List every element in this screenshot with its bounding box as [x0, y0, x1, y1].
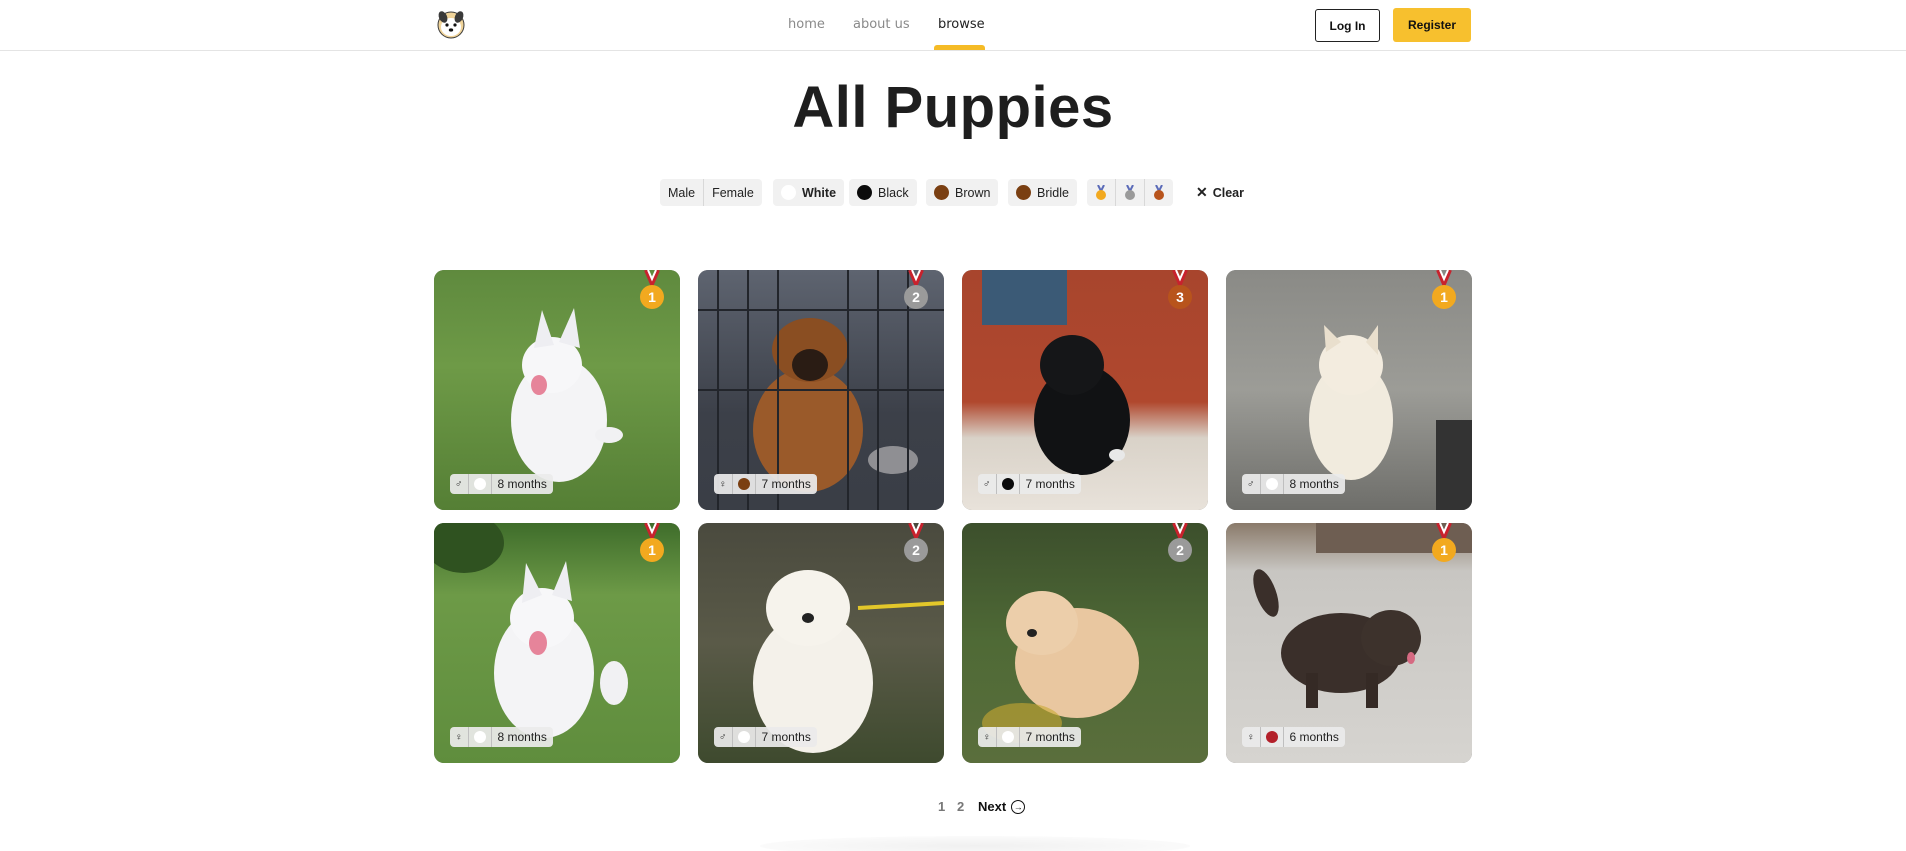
black-color-swatch — [857, 185, 872, 200]
age-label: 8 months — [490, 727, 553, 747]
age-label: 8 months — [1282, 474, 1345, 494]
puppy-logo-icon[interactable] — [434, 8, 468, 40]
filter-silver-medal[interactable] — [1115, 179, 1144, 206]
age-label: 8 months — [490, 474, 553, 494]
bridle-color-swatch — [1016, 185, 1031, 200]
sex-icon: ♀ — [1247, 731, 1255, 743]
svg-text:2: 2 — [912, 289, 920, 305]
filter-color-white[interactable]: White — [773, 179, 845, 206]
age-label: 7 months — [1018, 727, 1081, 747]
color-swatch — [995, 727, 1019, 747]
puppy-info-badge: ♂ 8 months — [1242, 474, 1345, 494]
color-swatch — [1259, 727, 1283, 747]
puppy-card[interactable]: 1 ♂ 8 months — [1226, 270, 1472, 510]
gold-medal-icon: 1 — [1430, 523, 1458, 565]
puppy-info-badge: ♂ 7 months — [978, 474, 1081, 494]
gold-medal-icon: 1 — [638, 523, 666, 565]
filter-color-black[interactable]: Black — [849, 179, 917, 206]
close-icon: ✕ — [1196, 184, 1208, 200]
age-label: 7 months — [1018, 474, 1081, 494]
filter-color-label: White — [802, 185, 837, 200]
age-label: 6 months — [1282, 727, 1345, 747]
silver-medal-icon: 2 — [1166, 523, 1194, 565]
clear-filters-button[interactable]: ✕ Clear — [1196, 179, 1244, 206]
white-color-swatch — [781, 185, 796, 200]
puppy-card[interactable]: 1 ♀ 6 months — [1226, 523, 1472, 763]
sex-icon: ♂ — [719, 731, 727, 743]
sex-icon: ♂ — [455, 478, 463, 490]
filter-color-brown[interactable]: Brown — [926, 179, 999, 206]
color-swatch — [467, 474, 491, 494]
nav-browse-link[interactable]: browse — [938, 17, 985, 32]
color-swatch — [995, 474, 1019, 494]
gold-medal-icon — [1096, 184, 1106, 200]
filter-color-bridle[interactable]: Bridle — [1008, 179, 1077, 206]
gold-medal-icon: 1 — [1430, 270, 1458, 312]
filter-bronze-medal[interactable] — [1144, 179, 1173, 206]
medal-filter-group — [1087, 179, 1173, 206]
puppy-card[interactable]: 1 ♀ 8 months — [434, 523, 680, 763]
puppy-info-badge: ♀ 7 months — [714, 474, 817, 494]
page-link-1[interactable]: 1 — [938, 799, 945, 814]
puppy-info-badge: ♀ 8 months — [450, 727, 553, 747]
age-label: 7 months — [754, 727, 817, 747]
gold-medal-icon: 1 — [638, 270, 666, 312]
svg-text:1: 1 — [648, 289, 656, 305]
brown-color-swatch — [934, 185, 949, 200]
next-label: Next — [978, 799, 1007, 814]
sex-icon: ♂ — [1247, 478, 1255, 490]
top-navigation-bar: home about us browse Log In Register — [0, 0, 1906, 51]
sex-filter-group: Male Female — [660, 179, 762, 206]
puppy-info-badge: ♀ 6 months — [1242, 727, 1345, 747]
sex-icon: ♀ — [455, 731, 463, 743]
age-label: 7 months — [754, 474, 817, 494]
puppy-card[interactable]: 1 ♂ 8 months — [434, 270, 680, 510]
filter-color-label: Black — [878, 185, 909, 200]
color-swatch — [1259, 474, 1283, 494]
color-swatch — [467, 727, 491, 747]
color-swatch — [731, 474, 755, 494]
next-page-button[interactable]: Next → — [978, 799, 1026, 814]
puppy-card[interactable]: 2 ♂ 7 months — [698, 523, 944, 763]
filter-color-label: Bridle — [1037, 185, 1069, 200]
sex-icon: ♀ — [983, 731, 991, 743]
puppy-card[interactable]: 2 ♀ 7 months — [962, 523, 1208, 763]
puppy-card[interactable]: 2 ♀ 7 months — [698, 270, 944, 510]
svg-text:1: 1 — [1440, 542, 1448, 558]
bronze-medal-icon — [1154, 184, 1164, 200]
filter-male[interactable]: Male — [660, 179, 703, 206]
svg-text:1: 1 — [648, 542, 656, 558]
page-link-2[interactable]: 2 — [957, 799, 964, 814]
arrow-right-icon: → — [1011, 799, 1026, 814]
svg-text:1: 1 — [1440, 289, 1448, 305]
puppy-info-badge: ♀ 7 months — [978, 727, 1081, 747]
svg-text:2: 2 — [912, 542, 920, 558]
page-title: All Puppies — [792, 75, 1114, 140]
silver-medal-icon: 2 — [902, 523, 930, 565]
filter-female[interactable]: Female — [703, 179, 762, 206]
puppy-card[interactable]: 3 ♂ 7 months — [962, 270, 1208, 510]
svg-text:2: 2 — [1176, 542, 1184, 558]
svg-text:3: 3 — [1176, 289, 1184, 305]
puppy-info-badge: ♂ 7 months — [714, 727, 817, 747]
silver-medal-icon: 2 — [902, 270, 930, 312]
sex-icon: ♂ — [983, 478, 991, 490]
sex-icon: ♀ — [719, 478, 727, 490]
register-button[interactable]: Register — [1393, 8, 1471, 42]
footer-shadow — [760, 836, 1190, 851]
clear-label: Clear — [1212, 185, 1245, 200]
active-nav-indicator — [934, 45, 985, 50]
login-button[interactable]: Log In — [1315, 9, 1380, 42]
color-swatch — [731, 727, 755, 747]
silver-medal-icon — [1125, 184, 1135, 200]
puppy-info-badge: ♂ 8 months — [450, 474, 553, 494]
filter-color-label: Brown — [955, 185, 991, 200]
bronze-medal-icon: 3 — [1166, 270, 1194, 312]
nav-about-link[interactable]: about us — [853, 17, 910, 32]
nav-home-link[interactable]: home — [788, 17, 825, 32]
filter-gold-medal[interactable] — [1087, 179, 1115, 206]
